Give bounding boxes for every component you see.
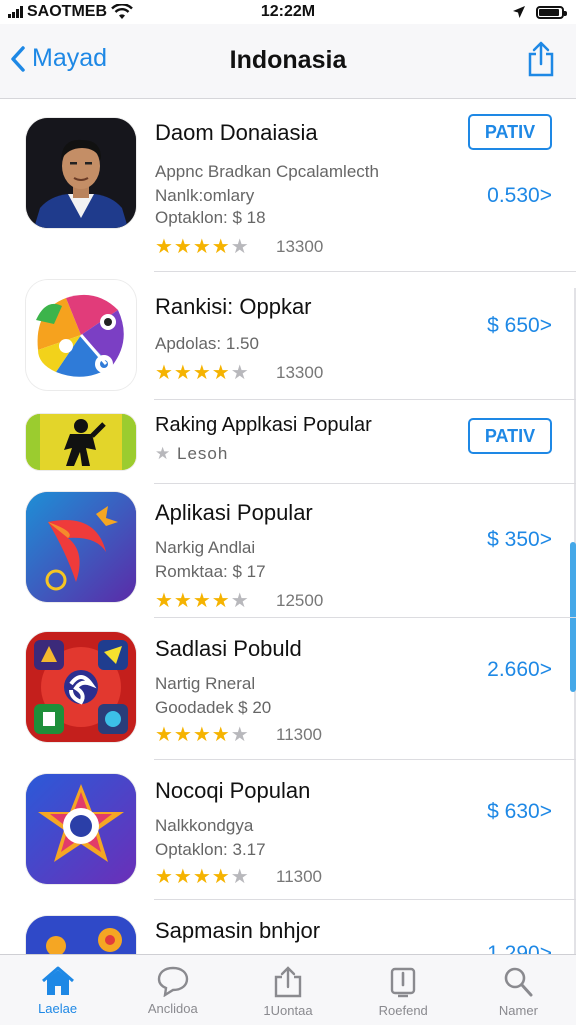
swirl-icon bbox=[26, 492, 136, 602]
tab-updates[interactable]: Roefend bbox=[346, 955, 461, 1025]
tab-label: Namer bbox=[498, 1003, 538, 1018]
app-title[interactable]: Daom Donaiasia bbox=[155, 120, 318, 146]
price-button[interactable]: $ 630> bbox=[487, 800, 552, 824]
star-badge-icon bbox=[26, 774, 136, 884]
app-title[interactable]: Aplikasi Popular bbox=[155, 500, 313, 526]
home-icon bbox=[41, 966, 74, 995]
app-icon-person-portrait[interactable] bbox=[26, 118, 136, 228]
price-button[interactable]: 0.530> bbox=[487, 184, 552, 208]
app-title[interactable]: Sapmasin bnhjor bbox=[155, 918, 320, 944]
app-title[interactable]: Raking Applkasi Popular bbox=[155, 414, 372, 437]
rating-count: 11300 bbox=[276, 725, 323, 744]
price-button[interactable]: $ 650> bbox=[487, 314, 552, 338]
location-arrow-icon bbox=[513, 6, 525, 18]
status-bar: SAOTMEB 12:22M bbox=[0, 0, 576, 24]
app-price-info: Goodadek $ 20 bbox=[155, 698, 272, 717]
app-subtitle: Lesoh bbox=[176, 444, 229, 463]
app-category: Nalkkondgya bbox=[155, 816, 254, 835]
star-rating: ★★★★★ bbox=[155, 866, 250, 888]
app-icon-swirl[interactable] bbox=[26, 492, 136, 602]
tab-upload[interactable]: 1Uontaa bbox=[230, 955, 345, 1025]
download-icon bbox=[391, 967, 416, 998]
dancing-figure-icon bbox=[26, 414, 136, 470]
app-price-info: Optaklon: 3.17 bbox=[155, 840, 266, 859]
colorful-shapes-icon bbox=[26, 280, 136, 390]
status-time: 12:22M bbox=[260, 3, 316, 20]
app-icon-partial[interactable] bbox=[26, 916, 136, 954]
app-row[interactable]: Aplikasi Popular Narkig Andlai Romktaa: … bbox=[0, 484, 576, 618]
app-price-info: Optaklon: $ 18 bbox=[155, 208, 266, 227]
app-title[interactable]: Sadlasi Pobuld bbox=[155, 636, 302, 662]
star-rating: ★★★★★ bbox=[155, 362, 250, 384]
app-icon-tiles[interactable] bbox=[26, 632, 136, 742]
tab-bar: Laelae Anclidoa 1Uontaa Roefend Namer bbox=[0, 954, 576, 1025]
tiles-icon bbox=[26, 632, 136, 742]
star-rating: ★★★★★ bbox=[155, 724, 250, 746]
rating-count: 13300 bbox=[276, 237, 324, 256]
app-category: Narkig Andlai bbox=[155, 538, 256, 557]
tab-label: Anclidoa bbox=[147, 1001, 198, 1016]
app-row[interactable]: Nocoqi Populan Nalkkondgya Optaklon: 3.1… bbox=[0, 760, 576, 900]
app-price-info: Apdolas: 1.50 bbox=[155, 334, 259, 353]
app-category: Nanlk:omlary bbox=[155, 186, 255, 205]
tab-label: 1Uontaa bbox=[263, 1003, 313, 1018]
app-title[interactable]: Nocoqi Populan bbox=[155, 778, 310, 804]
partial-app-icon bbox=[26, 916, 136, 954]
tab-home[interactable]: Laelae bbox=[0, 955, 115, 1025]
app-row[interactable]: Rankisi: Oppkar Apdolas: 1.50 ★★★★★ 1330… bbox=[0, 272, 576, 400]
app-icon-star[interactable] bbox=[26, 774, 136, 884]
star-rating: ★★★★★ bbox=[155, 236, 250, 258]
person-portrait-icon bbox=[26, 118, 136, 228]
upload-icon bbox=[274, 966, 302, 998]
rating-count: 12500 bbox=[276, 591, 324, 610]
app-row[interactable]: Sapmasin bnhjor 1.290> bbox=[0, 900, 576, 954]
get-button[interactable]: PATIV bbox=[468, 418, 552, 454]
navigation-bar: Mayad Indonasia bbox=[0, 24, 576, 99]
price-button[interactable]: 1.290> bbox=[487, 942, 552, 954]
rating-count: 13300 bbox=[276, 363, 324, 382]
rating-count: 11300 bbox=[276, 867, 323, 886]
tab-search[interactable]: Namer bbox=[461, 955, 576, 1025]
star-rating: ★★★★★ bbox=[155, 590, 250, 612]
star-rating: ★ Lesoh bbox=[155, 444, 229, 463]
app-title[interactable]: Rankisi: Oppkar bbox=[155, 294, 312, 320]
app-price-info: Romktaa: $ 17 bbox=[155, 562, 266, 581]
share-button[interactable] bbox=[526, 40, 556, 83]
app-row[interactable]: Raking Applkasi Popular ★ Lesoh PATIV bbox=[0, 400, 576, 484]
app-icon-colorful-shapes[interactable] bbox=[26, 280, 136, 390]
price-button[interactable]: 2.660> bbox=[487, 658, 552, 682]
price-button[interactable]: $ 350> bbox=[487, 528, 552, 552]
tab-label: Laelae bbox=[38, 1001, 78, 1016]
tab-chat[interactable]: Anclidoa bbox=[115, 955, 230, 1025]
tab-label: Roefend bbox=[378, 1003, 428, 1018]
get-button[interactable]: PATIV bbox=[468, 114, 552, 150]
status-right bbox=[512, 5, 567, 19]
search-icon bbox=[505, 967, 533, 997]
battery-icon bbox=[536, 5, 567, 19]
app-row[interactable]: Daom Donaiasia Appnc Bradkan Cpcalamlect… bbox=[0, 98, 576, 272]
app-row[interactable]: Sadlasi Pobuld Nartig Rneral Goodadek $ … bbox=[0, 618, 576, 760]
app-icon-figure[interactable] bbox=[26, 414, 136, 470]
share-icon bbox=[528, 41, 554, 77]
app-category: Nartig Rneral bbox=[155, 674, 256, 693]
page-title: Indonasia bbox=[229, 46, 347, 74]
chat-bubble-icon bbox=[157, 966, 188, 997]
app-list[interactable]: Daom Donaiasia Appnc Bradkan Cpcalamlect… bbox=[0, 98, 576, 954]
app-subtitle: Appnc Bradkan Cpcalamlecth bbox=[155, 162, 379, 181]
